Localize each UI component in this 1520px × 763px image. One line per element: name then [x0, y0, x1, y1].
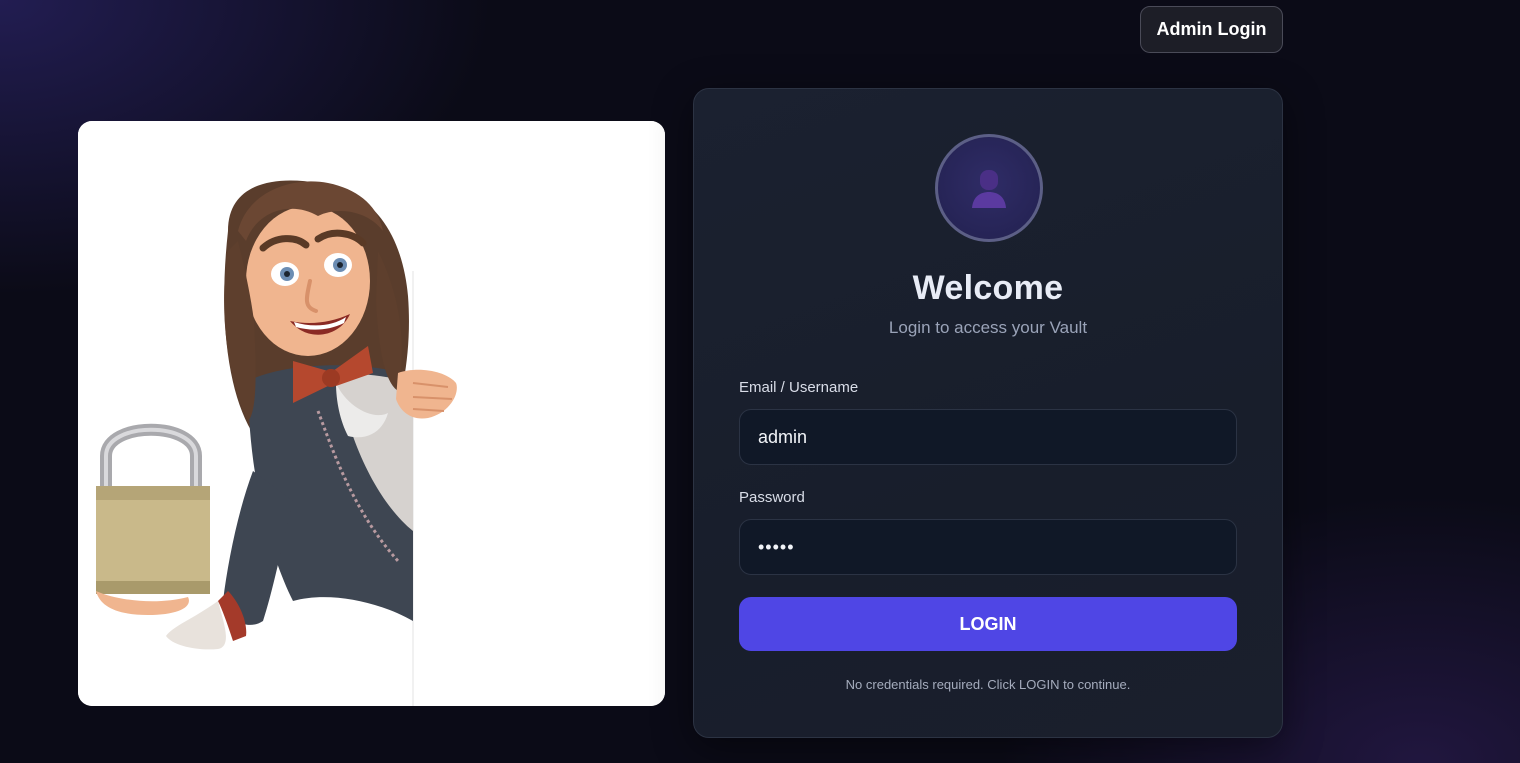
password-label: Password	[739, 489, 805, 506]
admin-login-button[interactable]: Admin Login	[1140, 6, 1283, 53]
avatar	[935, 134, 1043, 242]
illustration-card	[78, 121, 665, 706]
email-label: Email / Username	[739, 379, 859, 396]
login-button[interactable]: LOGIN	[739, 597, 1237, 651]
mascot-with-padlock-illustration	[78, 121, 665, 706]
password-field[interactable]	[739, 519, 1237, 575]
user-silhouette-icon	[972, 170, 1006, 208]
login-card: Welcome Login to access your Vault Email…	[693, 88, 1283, 738]
page-subtitle: Login to access your Vault	[888, 318, 1088, 337]
login-hint: No credentials required. Click LOGIN to …	[845, 677, 1131, 692]
email-field[interactable]	[739, 409, 1237, 465]
page-title: Welcome	[912, 269, 1064, 307]
